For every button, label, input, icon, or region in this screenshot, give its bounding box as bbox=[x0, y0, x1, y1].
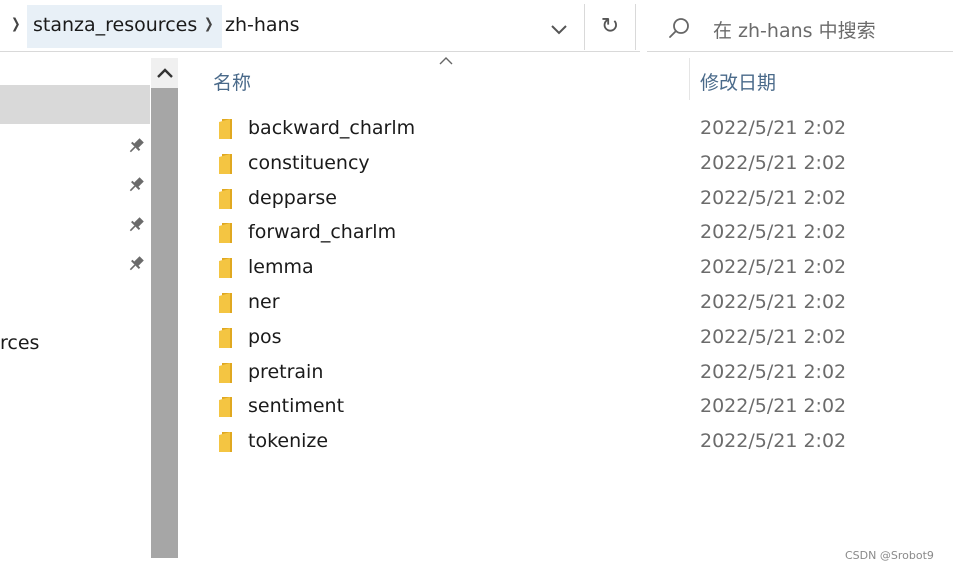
watermark: CSDN @Srobot9 bbox=[845, 549, 934, 562]
sort-ascending-icon bbox=[439, 57, 453, 65]
address-dropdown-button[interactable] bbox=[545, 16, 573, 44]
chevron-right-icon[interactable]: ❯ bbox=[11, 16, 20, 32]
chevron-down-icon bbox=[551, 25, 567, 35]
file-date-modified: 2022/5/21 2:02 bbox=[700, 256, 847, 279]
file-name[interactable]: ner bbox=[248, 291, 280, 313]
file-row[interactable]: tokenize 2022/5/21 2:02 bbox=[180, 425, 953, 459]
folder-icon bbox=[219, 362, 232, 383]
nav-item-label[interactable]: rces bbox=[0, 332, 39, 354]
file-date-modified: 2022/5/21 2:02 bbox=[700, 360, 847, 383]
navigation-pane: rces bbox=[0, 56, 150, 570]
breadcrumb-item-zh-hans[interactable]: zh-hans bbox=[225, 14, 300, 36]
breadcrumb-item-stanza-resources[interactable]: stanza_resources bbox=[33, 14, 197, 36]
divider bbox=[584, 4, 585, 50]
search-box[interactable]: 在 zh-hans 中搜索 bbox=[647, 4, 953, 52]
folder-icon bbox=[219, 119, 232, 139]
nav-scrollbar[interactable] bbox=[151, 58, 178, 558]
folder-icon bbox=[219, 432, 232, 453]
file-date-modified: 2022/5/21 2:02 bbox=[700, 395, 847, 418]
column-divider[interactable] bbox=[689, 58, 690, 100]
pin-icon[interactable] bbox=[126, 215, 146, 235]
folder-icon bbox=[219, 188, 232, 209]
file-name[interactable]: tokenize bbox=[248, 430, 328, 452]
refresh-button[interactable]: ↻ bbox=[595, 12, 625, 42]
file-row[interactable]: ner 2022/5/21 2:02 bbox=[180, 286, 953, 320]
file-row[interactable]: lemma 2022/5/21 2:02 bbox=[180, 251, 953, 285]
file-name[interactable]: constituency bbox=[248, 152, 370, 174]
file-list: 名称 修改日期 backward_charlm 2022/5/21 2:02 con… bbox=[180, 56, 953, 570]
column-header-name[interactable]: 名称 bbox=[213, 68, 251, 95]
folder-icon bbox=[219, 293, 232, 313]
search-input[interactable]: 在 zh-hans 中搜索 bbox=[713, 16, 876, 43]
breadcrumb: ❯ stanza_resources ❯ zh-hans bbox=[0, 2, 584, 50]
file-date-modified: 2022/5/21 2:02 bbox=[700, 430, 847, 453]
file-name[interactable]: forward_charlm bbox=[248, 221, 396, 243]
file-name[interactable]: pos bbox=[248, 326, 282, 348]
file-name[interactable]: pretrain bbox=[248, 361, 323, 383]
refresh-icon: ↻ bbox=[600, 14, 620, 39]
column-header-date-modified[interactable]: 修改日期 bbox=[700, 68, 776, 95]
folder-icon bbox=[219, 223, 232, 244]
file-row[interactable]: backward_charlm 2022/5/21 2:02 bbox=[180, 112, 953, 146]
file-date-modified: 2022/5/21 2:02 bbox=[700, 151, 847, 174]
search-icon bbox=[669, 18, 689, 38]
file-row[interactable]: pos 2022/5/21 2:02 bbox=[180, 321, 953, 355]
file-row[interactable]: forward_charlm 2022/5/21 2:02 bbox=[180, 216, 953, 250]
chevron-up-icon bbox=[156, 68, 173, 78]
file-name[interactable]: sentiment bbox=[248, 395, 344, 417]
file-date-modified: 2022/5/21 2:02 bbox=[700, 291, 847, 313]
file-row[interactable]: depparse 2022/5/21 2:02 bbox=[180, 182, 953, 216]
file-row[interactable]: pretrain 2022/5/21 2:02 bbox=[180, 356, 953, 390]
nav-item-selected[interactable] bbox=[0, 85, 150, 124]
file-date-modified: 2022/5/21 2:02 bbox=[700, 221, 847, 244]
address-bar[interactable]: ❯ stanza_resources ❯ zh-hans ↻ bbox=[0, 0, 640, 52]
file-name[interactable]: depparse bbox=[248, 187, 337, 209]
file-row[interactable]: constituency 2022/5/21 2:02 bbox=[180, 147, 953, 181]
folder-icon bbox=[219, 153, 232, 174]
pin-icon[interactable] bbox=[126, 254, 146, 274]
chevron-right-icon[interactable]: ❯ bbox=[204, 16, 213, 32]
pin-icon[interactable] bbox=[126, 136, 146, 156]
file-date-modified: 2022/5/21 2:02 bbox=[700, 186, 847, 209]
folder-icon bbox=[219, 397, 232, 418]
pin-icon[interactable] bbox=[126, 175, 146, 195]
divider bbox=[635, 4, 636, 50]
file-row[interactable]: sentiment 2022/5/21 2:02 bbox=[180, 390, 953, 424]
folder-icon bbox=[219, 327, 232, 348]
file-name[interactable]: lemma bbox=[248, 256, 314, 278]
file-date-modified: 2022/5/21 2:02 bbox=[700, 117, 847, 139]
file-date-modified: 2022/5/21 2:02 bbox=[700, 325, 847, 348]
scroll-up-button[interactable] bbox=[151, 58, 178, 88]
folder-icon bbox=[219, 258, 232, 279]
file-name[interactable]: backward_charlm bbox=[248, 117, 415, 139]
